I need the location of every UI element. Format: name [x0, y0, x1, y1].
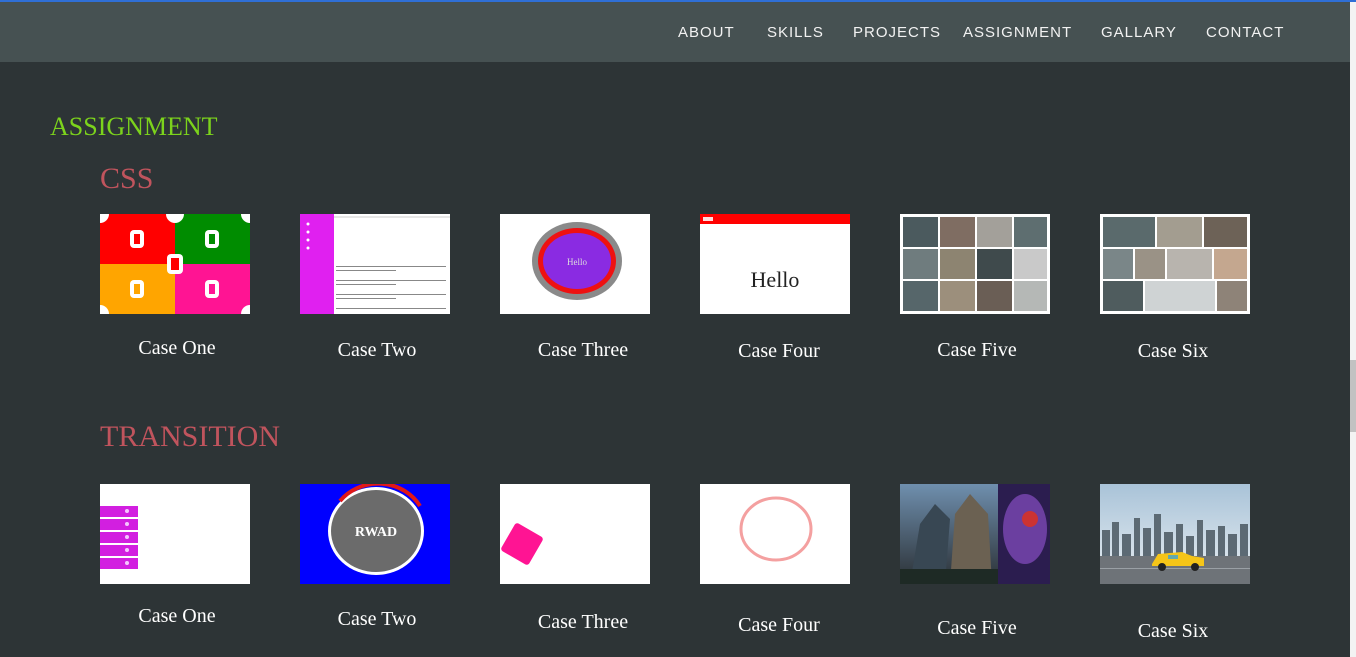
css-case-two-caption[interactable]: Case Two [287, 339, 467, 362]
css-case-six-caption[interactable]: Case Six [1083, 340, 1263, 363]
nav-contact[interactable]: CONTACT [1206, 24, 1284, 41]
photo-mosaic-image [1102, 216, 1248, 312]
transition-case-six-thumbnail[interactable] [1100, 484, 1250, 584]
rwad-circle-image: RWAD [300, 484, 450, 584]
quadrant-tiles-image [100, 214, 250, 314]
transition-case-three-caption[interactable]: Case Three [493, 611, 673, 634]
nav-projects[interactable]: PROJECTS [853, 24, 941, 41]
transition-case-six-caption[interactable]: Case Six [1083, 620, 1263, 643]
hello-text-image: Hello [700, 214, 850, 314]
nav-skills[interactable]: SKILLS [767, 24, 824, 41]
nav-about[interactable]: ABOUT [678, 24, 735, 41]
transition-case-one-thumbnail[interactable] [100, 484, 250, 584]
css-case-five-caption[interactable]: Case Five [887, 339, 1067, 362]
transition-case-five-caption[interactable]: Case Five [887, 617, 1067, 640]
transition-case-two-caption[interactable]: Case Two [287, 608, 467, 631]
rotated-square-image [500, 484, 650, 584]
nav-assignment[interactable]: ASSIGNMENT [963, 24, 1072, 41]
css-section-title: CSS [100, 162, 154, 195]
rwad-text: RWAD [355, 525, 397, 540]
css-case-three-thumbnail[interactable]: Hello [500, 214, 650, 314]
robot-poster-image [900, 484, 1050, 584]
transition-case-five-thumbnail[interactable] [900, 484, 1050, 584]
photo-grid-image [902, 216, 1048, 312]
transition-case-four-thumbnail[interactable] [700, 484, 850, 584]
hello-ellipse-image: Hello [500, 214, 650, 314]
transition-case-four-caption[interactable]: Case Four [689, 614, 869, 637]
transition-case-one-caption[interactable]: Case One [87, 605, 267, 628]
transition-case-two-thumbnail[interactable]: RWAD [300, 484, 450, 584]
page-scrollbar[interactable] [1350, 2, 1356, 657]
city-car-image [1100, 484, 1250, 584]
css-case-four-thumbnail[interactable]: Hello [700, 214, 850, 314]
hello-text: Hello [751, 267, 800, 292]
stacked-bars-image [100, 484, 250, 584]
page-heading: ASSIGNMENT [50, 112, 218, 141]
css-case-six-thumbnail[interactable] [1100, 214, 1250, 314]
css-case-three-caption[interactable]: Case Three [493, 339, 673, 362]
css-case-two-thumbnail[interactable] [300, 214, 450, 314]
css-case-five-thumbnail[interactable] [900, 214, 1050, 314]
nav-gallary[interactable]: GALLARY [1101, 24, 1177, 41]
scrollbar-thumb[interactable] [1350, 360, 1356, 432]
ellipse-hello-text: Hello [567, 257, 587, 267]
transition-section-title: TRANSITION [100, 420, 280, 453]
css-case-four-caption[interactable]: Case Four [689, 340, 869, 363]
top-navbar: ABOUT SKILLS PROJECTS ASSIGNMENT GALLARY… [0, 2, 1350, 62]
transition-case-three-thumbnail[interactable] [500, 484, 650, 584]
css-case-one-thumbnail[interactable] [100, 214, 250, 314]
pink-ring-image [700, 484, 850, 584]
sidebar-layout-image [300, 214, 450, 314]
css-case-one-caption[interactable]: Case One [87, 337, 267, 360]
